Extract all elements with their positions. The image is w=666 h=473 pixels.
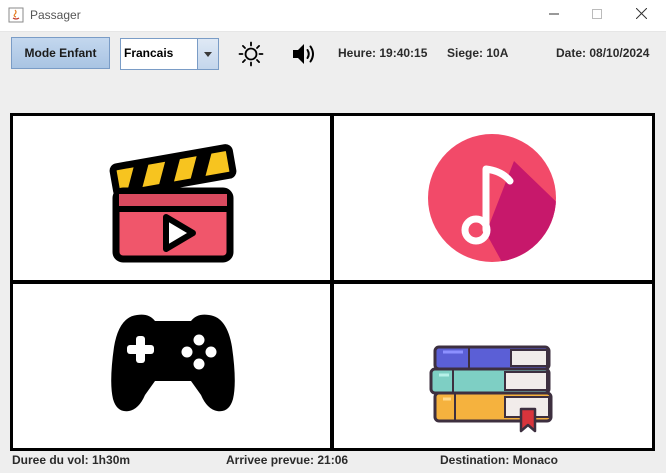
tile-books[interactable] xyxy=(331,281,655,451)
minimize-icon xyxy=(548,13,559,15)
maximize-icon xyxy=(591,9,602,19)
maximize-button[interactable] xyxy=(574,0,619,31)
music-note-icon xyxy=(428,134,556,262)
language-dropdown-button[interactable] xyxy=(197,39,218,69)
close-button[interactable] xyxy=(619,0,664,31)
volume-icon[interactable] xyxy=(291,41,319,67)
expected-arrival: Arrivee prevue: 21:06 xyxy=(226,453,349,467)
chevron-down-icon xyxy=(204,52,212,57)
tile-games[interactable] xyxy=(10,281,333,451)
tile-music[interactable] xyxy=(331,113,655,283)
language-select[interactable]: Francais xyxy=(120,38,219,70)
java-app-icon xyxy=(8,7,24,23)
date-readout: Date: 08/10/2024 xyxy=(556,46,650,60)
gamepad-icon xyxy=(111,314,235,412)
mode-enfant-button[interactable]: Mode Enfant xyxy=(11,37,110,69)
tile-movies[interactable] xyxy=(10,113,333,283)
title-bar: Passager xyxy=(0,0,666,32)
flight-duration: Duree du vol: 1h30m xyxy=(12,453,131,467)
books-icon xyxy=(429,345,553,433)
clock-readout: Heure: 19:40:15 xyxy=(338,46,428,60)
minimize-button[interactable] xyxy=(531,0,576,31)
brightness-icon[interactable] xyxy=(238,41,264,67)
clapperboard-icon xyxy=(109,144,237,263)
window-title: Passager xyxy=(30,8,81,22)
destination: Destination: Monaco xyxy=(440,453,559,467)
language-selected-value: Francais xyxy=(124,46,174,60)
seat-readout: Siege: 10A xyxy=(447,46,509,60)
close-icon xyxy=(635,7,648,20)
